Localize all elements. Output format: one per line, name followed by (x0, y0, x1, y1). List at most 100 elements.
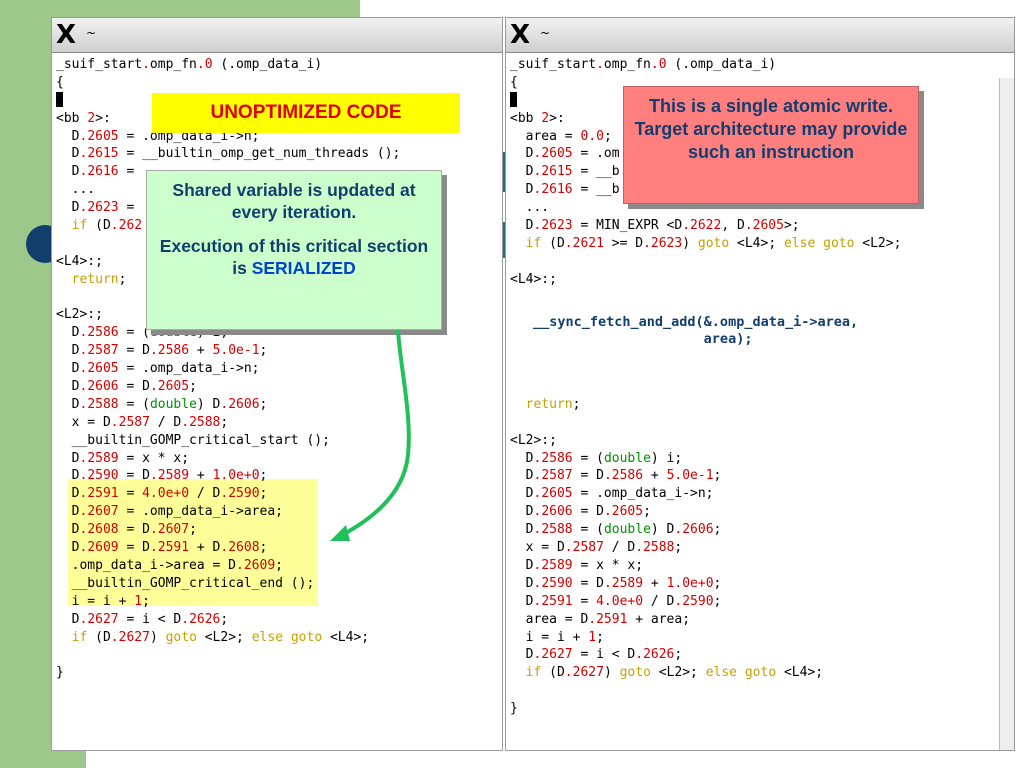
code-token: D (510, 575, 534, 591)
code-token: (D (87, 218, 111, 234)
code-token: 2608 (228, 540, 260, 556)
code-line: return; (510, 396, 901, 414)
code-token: _suif_start (510, 57, 597, 72)
code-token: . (603, 504, 612, 520)
code-token: 2588 (643, 540, 675, 556)
code-line: x = D.2587 / D.2588; (510, 539, 901, 557)
code-token: = (118, 486, 143, 502)
code-token: = x * x; (572, 557, 644, 573)
code-token: + (189, 343, 213, 359)
scrollbar[interactable] (999, 78, 1014, 750)
code-token: ; (713, 575, 722, 591)
code-token: 5.0e-1 (212, 343, 260, 359)
code-token: 2626 (643, 647, 675, 663)
code-token: 2615 (541, 164, 573, 180)
code-token: D (510, 522, 534, 538)
code-token: else goto (783, 235, 855, 251)
code-token: D (56, 146, 80, 162)
code-token: D (510, 450, 534, 466)
code-token: D (510, 468, 534, 484)
code-token: D (56, 200, 80, 216)
code-token: D (56, 450, 80, 466)
code-token: . (236, 557, 244, 573)
code-token: ) (149, 629, 166, 645)
code-token: + (189, 468, 213, 484)
code-token: goto (619, 665, 651, 681)
code-token: <L4>; (322, 629, 370, 645)
code-line: __builtin_GOMP_critical_end (); (56, 575, 440, 593)
code-token: 2623 (650, 235, 683, 251)
code-token: 2591 (87, 486, 119, 502)
code-line: <L4>:; (510, 271, 901, 289)
code-token: = ( (572, 450, 604, 466)
code-line: D.2589 = x * x; (510, 557, 901, 575)
code-token: . (110, 414, 119, 430)
right-window-titlebar[interactable]: X ~ (506, 18, 1014, 53)
code-token: ... (56, 182, 96, 198)
serialized-callout-text: Execution of this critical section is SE… (157, 235, 431, 279)
code-token: ... (510, 200, 550, 216)
code-line: D.2606 = D.2605; (510, 503, 901, 521)
code-token: . (181, 611, 190, 627)
code-token: omp_fn (603, 57, 651, 72)
code-token: / D (189, 486, 221, 502)
code-token: + D (189, 540, 221, 556)
code-token: ; (259, 396, 268, 412)
callout-arrow (330, 329, 411, 541)
code-line: { (56, 74, 440, 92)
code-token: ; (713, 468, 722, 484)
code-token: 2606 (541, 504, 573, 520)
code-token: (D (87, 629, 111, 645)
code-token: = .omp_data_i->n; (572, 486, 714, 502)
code-token: 2588 (87, 396, 119, 412)
code-token: ; (259, 540, 268, 556)
code-token: ; (220, 414, 229, 430)
code-token: 2590 (682, 593, 714, 609)
code-token: <L2>:; (56, 307, 103, 323)
code-token: area = (510, 128, 581, 144)
code-line: D.2590 = D.2589 + 1.0e+0; (510, 575, 901, 593)
code-token: D (56, 540, 80, 556)
code-token: x = D (510, 540, 565, 556)
code-token: ; (572, 396, 581, 412)
code-token: 1.0e+0 (666, 575, 714, 591)
code-token: (D (541, 665, 565, 681)
code-token: 2587 (541, 468, 573, 484)
left-window-titlebar[interactable]: X ~ (52, 18, 502, 53)
code-token: >: (549, 110, 565, 126)
code-token: ; (259, 468, 268, 484)
code-token: . (635, 647, 644, 663)
atomic-write-callout: This is a single atomic write. Target ar… (623, 86, 919, 204)
code-token: if (71, 218, 88, 234)
code-line: D.2586 = (double) i; (510, 450, 901, 468)
code-token: <L2>:; (510, 432, 557, 448)
code-token: = (572, 593, 597, 609)
code-token: D (56, 343, 80, 359)
code-line: .omp_data_i->area = D.2609; (56, 557, 440, 575)
code-token: 2590 (228, 486, 260, 502)
code-token: + (643, 575, 667, 591)
code-token: { (510, 74, 518, 90)
code-line: } (510, 700, 901, 718)
code-token: D (510, 647, 534, 663)
code-token: D (56, 164, 80, 180)
code-token: D (56, 468, 80, 484)
code-token: __builtin_GOMP_critical_end (); (56, 575, 315, 591)
code-token: 2605 (541, 146, 573, 162)
code-line: D.2588 = (double) D.2606; (510, 521, 901, 539)
code-token: >; (783, 218, 800, 234)
code-token: 2607 (157, 522, 190, 538)
code-token: ; (603, 128, 612, 144)
x-logo-icon: X (56, 20, 77, 50)
code-token: 1.0e+0 (212, 468, 260, 484)
code-token: ; (142, 593, 150, 609)
code-token: 2605 (611, 504, 644, 520)
code-token: 2589 (541, 557, 573, 573)
code-token: 2605 (87, 128, 119, 144)
code-token: <L2>; (650, 665, 706, 681)
code-token: . (643, 235, 651, 251)
shared-variable-callout: Shared variable is updated at every iter… (146, 170, 442, 330)
